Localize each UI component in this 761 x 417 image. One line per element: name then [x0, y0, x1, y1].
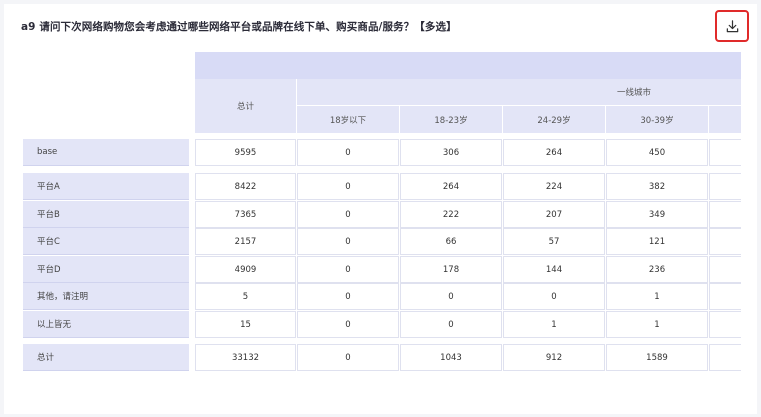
row-5-label: 以上皆无: [23, 311, 189, 338]
row-4-value: 0: [297, 283, 399, 310]
row-total-value-overflow: [709, 344, 741, 371]
row-0-value-overflow: [709, 173, 741, 200]
row-2-value: 2157: [195, 228, 296, 255]
row-3-value: 144: [503, 256, 605, 283]
row-4-value: 0: [400, 283, 502, 310]
row-2-value: 121: [606, 228, 708, 255]
row-0-value: 382: [606, 173, 708, 200]
row-base-value-overflow: [709, 139, 741, 166]
row-0-value: 0: [297, 173, 399, 200]
row-4-value: 0: [503, 283, 605, 310]
row-1-label: 平台B: [23, 201, 189, 228]
row-3-value: 0: [297, 256, 399, 283]
row-base-label: base: [23, 139, 189, 166]
row-5-value: 1: [606, 311, 708, 338]
crosstab-table: 总计 一线城市 18岁以下 18-23岁 24-29岁 30-39岁 base 9595 0 30…: [4, 4, 741, 414]
question-card: a9 请问下次网络购物您会考虑通过哪些网络平台或品牌在线下单、购买商品/服务？【…: [4, 4, 757, 414]
row-5-value: 0: [297, 311, 399, 338]
header-separator: [708, 106, 709, 133]
row-1-value-overflow: [709, 201, 741, 228]
row-1-value: 207: [503, 201, 605, 228]
row-base-value: 450: [606, 139, 708, 166]
row-total-value: 1589: [606, 344, 708, 371]
header-age-0: 18岁以下: [297, 106, 399, 133]
row-0-value: 264: [400, 173, 502, 200]
row-5-value: 15: [195, 311, 296, 338]
row-total-value: 912: [503, 344, 605, 371]
row-2-label: 平台C: [23, 228, 189, 255]
header-age-more: [709, 106, 741, 133]
row-4-value-overflow: [709, 283, 741, 310]
row-base-value: 306: [400, 139, 502, 166]
row-base-value: 9595: [195, 139, 296, 166]
row-5-value-overflow: [709, 311, 741, 338]
header-separator: [399, 106, 400, 133]
row-5-value: 1: [503, 311, 605, 338]
row-2-value-overflow: [709, 228, 741, 255]
row-3-value-overflow: [709, 256, 741, 283]
header-total: 总计: [195, 79, 296, 133]
row-4-value: 5: [195, 283, 296, 310]
header-group-tier1-city: 一线城市: [297, 79, 741, 105]
row-2-value: 66: [400, 228, 502, 255]
row-base-value: 0: [297, 139, 399, 166]
row-3-value: 236: [606, 256, 708, 283]
row-total-value: 1043: [400, 344, 502, 371]
header-separator: [502, 106, 503, 133]
row-1-value: 0: [297, 201, 399, 228]
row-3-label: 平台D: [23, 256, 189, 283]
row-0-value: 224: [503, 173, 605, 200]
row-1-value: 222: [400, 201, 502, 228]
table-header-band: [195, 52, 741, 79]
row-total-label: 总计: [23, 344, 189, 371]
row-0-label: 平台A: [23, 173, 189, 200]
row-3-value: 178: [400, 256, 502, 283]
row-total-value: 33132: [195, 344, 296, 371]
row-3-value: 4909: [195, 256, 296, 283]
row-0-value: 8422: [195, 173, 296, 200]
row-total-value: 0: [297, 344, 399, 371]
row-2-value: 57: [503, 228, 605, 255]
row-4-value: 1: [606, 283, 708, 310]
header-age-3: 30-39岁: [606, 106, 708, 133]
header-separator: [296, 79, 297, 133]
header-separator: [605, 106, 606, 133]
header-age-1: 18-23岁: [400, 106, 502, 133]
row-base-value: 264: [503, 139, 605, 166]
row-2-value: 0: [297, 228, 399, 255]
header-age-2: 24-29岁: [503, 106, 605, 133]
row-5-value: 0: [400, 311, 502, 338]
row-1-value: 349: [606, 201, 708, 228]
row-4-label: 其他，请注明: [23, 283, 189, 310]
row-1-value: 7365: [195, 201, 296, 228]
